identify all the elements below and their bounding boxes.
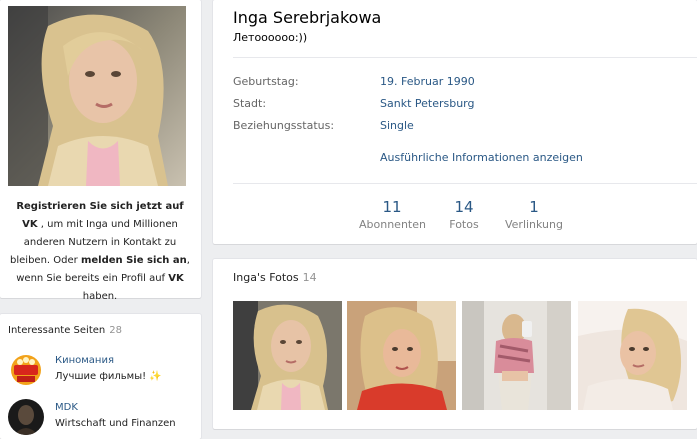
register-prompt: Registrieren Sie sich jetzt auf VK , um … bbox=[10, 201, 190, 302]
counter-value: 14 bbox=[454, 198, 474, 216]
page-description: Wirtschaft und Finanzen bbox=[55, 418, 176, 429]
kinomania-logo-icon bbox=[8, 352, 44, 388]
city-label: Stadt: bbox=[233, 97, 267, 110]
page-item-mdk[interactable]: MDK Wirtschaft und Finanzen bbox=[8, 399, 198, 439]
page-description: Лучшие фильмы! ✨ bbox=[55, 371, 162, 382]
counter-photos[interactable]: 14 Fotos bbox=[441, 198, 487, 231]
relationship-value[interactable]: Single bbox=[380, 119, 414, 132]
photo-thumbnail[interactable] bbox=[233, 301, 342, 410]
birthday-label: Geburtstag: bbox=[233, 75, 299, 88]
counter-value: 1 bbox=[529, 198, 539, 216]
birthday-value[interactable]: 19. Februar 1990 bbox=[380, 75, 475, 88]
profile-info-card: Inga Serebrjakowa Летоооооо:)) Geburtsta… bbox=[213, 0, 697, 244]
relationship-label: Beziehungsstatus: bbox=[233, 119, 335, 132]
photo-thumbnail[interactable] bbox=[347, 301, 456, 410]
page-name[interactable]: MDK bbox=[55, 402, 78, 413]
photos-header[interactable]: Inga's Fotos 14 bbox=[233, 271, 317, 284]
profile-avatar[interactable] bbox=[8, 6, 186, 186]
page-item-kinomania[interactable]: Киномания Лучшие фильмы! ✨ bbox=[8, 352, 198, 392]
counter-followers[interactable]: 11 Abonnenten bbox=[359, 198, 426, 231]
interesting-pages-card: Interessante Seiten 28 Киномания Лучшие ф… bbox=[0, 314, 201, 439]
profile-photo-card: Registrieren Sie sich jetzt auf VK , um … bbox=[0, 0, 201, 302]
photo-thumbnail[interactable] bbox=[462, 301, 571, 410]
mdk-logo-icon bbox=[8, 399, 44, 435]
counter-label: Fotos bbox=[449, 218, 479, 231]
counter-value: 11 bbox=[382, 198, 402, 216]
divider bbox=[233, 57, 697, 58]
counter-label: Abonnenten bbox=[359, 218, 426, 231]
profile-status: Летоооооо:)) bbox=[233, 31, 308, 44]
divider bbox=[233, 183, 697, 184]
city-value[interactable]: Sankt Petersburg bbox=[380, 97, 474, 110]
show-more-info-link[interactable]: Ausführliche Informationen anzeigen bbox=[380, 151, 583, 164]
login-link[interactable]: melden Sie sich an bbox=[81, 255, 187, 266]
photo-thumbnail[interactable] bbox=[578, 301, 687, 410]
photos-card: Inga's Fotos 14 bbox=[213, 259, 697, 429]
counter-tags[interactable]: 1 Verlinkung bbox=[503, 198, 565, 231]
page-name[interactable]: Киномания bbox=[55, 355, 114, 366]
interesting-pages-header[interactable]: Interessante Seiten 28 bbox=[8, 325, 122, 336]
profile-name: Inga Serebrjakowa bbox=[233, 8, 382, 27]
counter-label: Verlinkung bbox=[504, 218, 563, 231]
